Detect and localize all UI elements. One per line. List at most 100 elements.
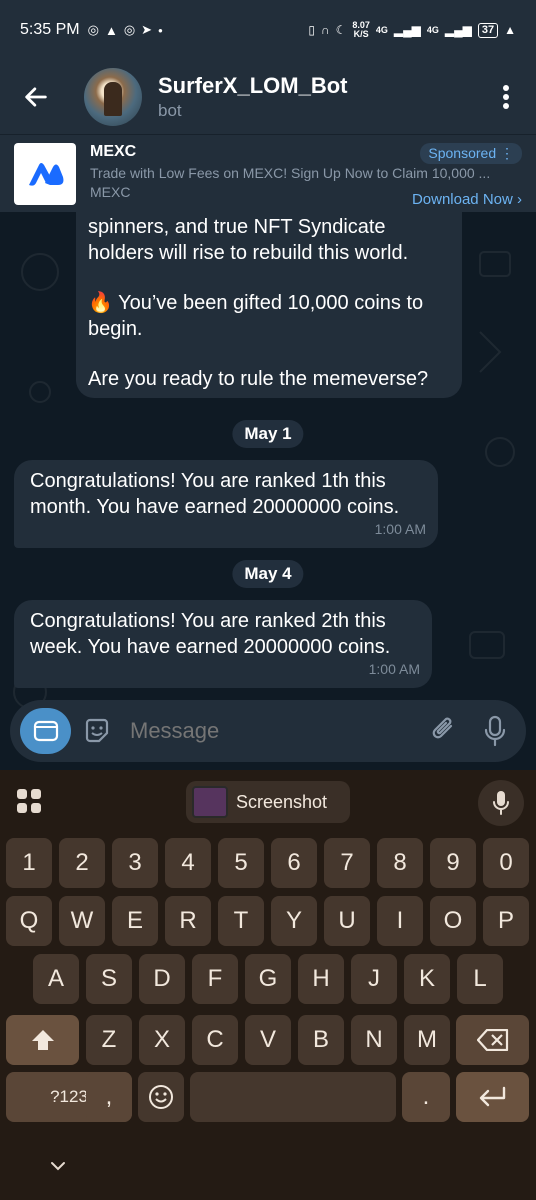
mic-icon (493, 791, 509, 815)
emoji-key[interactable] (138, 1072, 184, 1122)
key-m[interactable]: M (404, 1015, 450, 1065)
key-k[interactable]: K (404, 954, 450, 1004)
key-t[interactable]: T (218, 896, 264, 946)
voice-button[interactable] (469, 708, 520, 754)
key-b[interactable]: B (298, 1015, 344, 1065)
mexc-logo (14, 143, 76, 205)
key-0[interactable]: 0 (483, 838, 529, 888)
key-9[interactable]: 9 (430, 838, 476, 888)
key-s[interactable]: S (86, 954, 132, 1004)
comma-key[interactable]: , (86, 1072, 132, 1122)
key-r[interactable]: R (165, 896, 211, 946)
key-o[interactable]: O (430, 896, 476, 946)
chat-history[interactable]: spinners, and true NFT Syndicate holders… (0, 212, 536, 770)
message-line: week. You have earned 20000000 coins. (30, 636, 391, 658)
screenshot-suggestion-chip[interactable]: Screenshot (186, 781, 350, 823)
signal-icon: ▂▄▆ (393, 23, 421, 37)
message-bubble[interactable]: Congratulations! You are ranked 2th this… (14, 600, 432, 688)
key-g[interactable]: G (245, 954, 291, 1004)
key-7[interactable]: 7 (324, 838, 370, 888)
alert-icon: ▲ (504, 23, 516, 37)
key-4[interactable]: 4 (165, 838, 211, 888)
key-label: N (365, 1026, 383, 1053)
chevron-down-icon (51, 1162, 65, 1171)
key-h[interactable]: H (298, 954, 344, 1004)
attach-button[interactable] (418, 708, 469, 754)
key-1[interactable]: 1 (6, 838, 52, 888)
key-i[interactable]: I (377, 896, 423, 946)
message-line: Congratulations! You are ranked 2th this (30, 610, 386, 632)
sponsored-ad[interactable]: MEXC Trade with Low Fees on MEXC! Sign U… (0, 134, 536, 212)
key-label: D (153, 965, 171, 992)
download-now-link[interactable]: Download Now › (412, 191, 522, 208)
key-j[interactable]: J (351, 954, 397, 1004)
message-bubble[interactable]: Congratulations! You are ranked 1th this… (14, 460, 438, 548)
space-key[interactable] (190, 1072, 396, 1122)
key-label: O (443, 907, 463, 934)
key-8[interactable]: 8 (377, 838, 423, 888)
key-3[interactable]: 3 (112, 838, 158, 888)
keyboard-mic-button[interactable] (478, 780, 524, 826)
status-bar: 5:35 PM ◎ ▲ ◎ ➤ • ▯ ∩ ☾ 8.07 K/S 4G ▂▄▆ … (0, 0, 536, 60)
back-button[interactable] (0, 60, 72, 134)
key-label: K (418, 965, 435, 992)
message-composer (10, 700, 526, 762)
key-v[interactable]: V (245, 1015, 291, 1065)
signal-icon-2: ▂▄▆ (444, 23, 472, 37)
key-z[interactable]: Z (86, 1015, 132, 1065)
message-line: 🔥 You’ve been gifted 10,000 coins to (88, 292, 424, 314)
message-bubble[interactable]: spinners, and true NFT Syndicate holders… (76, 212, 462, 398)
key-c[interactable]: C (192, 1015, 238, 1065)
enter-key[interactable] (456, 1072, 529, 1122)
key-label: 8 (393, 849, 407, 876)
key-label: T (233, 907, 249, 934)
message-line: begin. (88, 318, 143, 340)
key-q[interactable]: Q (6, 896, 52, 946)
mic-icon (484, 715, 505, 747)
key-label: H (312, 965, 330, 992)
more-button[interactable] (476, 60, 536, 134)
whatsapp-icon-2: ◎ (123, 22, 136, 37)
key-label: Z (101, 1026, 117, 1053)
key-6[interactable]: 6 (271, 838, 317, 888)
key-label: P (497, 907, 514, 934)
key-a[interactable]: A (33, 954, 79, 1004)
date-separator: May 1 (232, 420, 304, 448)
key-w[interactable]: W (59, 896, 105, 946)
key-d[interactable]: D (139, 954, 185, 1004)
key-2[interactable]: 2 (59, 838, 105, 888)
attach-icon (432, 717, 452, 739)
keyboard-collapse-button[interactable] (44, 1152, 72, 1180)
key-f[interactable]: F (192, 954, 238, 1004)
period-key[interactable]: . (402, 1072, 450, 1122)
key-p[interactable]: P (483, 896, 529, 946)
key-label: 2 (75, 849, 89, 876)
key-n[interactable]: N (351, 1015, 397, 1065)
key-label: R (179, 907, 197, 934)
shift-key[interactable] (6, 1015, 79, 1065)
message-input[interactable] (130, 718, 418, 744)
backspace-key[interactable] (456, 1015, 529, 1065)
message-line (88, 342, 450, 366)
message-line: Are you ready to rule the memeverse? (88, 368, 429, 390)
key-x[interactable]: X (139, 1015, 185, 1065)
date-separator: May 4 (232, 560, 304, 588)
keyboard-toggle-button[interactable] (20, 708, 71, 754)
key-e[interactable]: E (112, 896, 158, 946)
comma-label: , (105, 1083, 113, 1110)
keyboard-toggle-icon (33, 720, 58, 742)
emoji-key-icon (149, 1085, 173, 1109)
key-l[interactable]: L (457, 954, 503, 1004)
keyboard: Screenshot 1 2 3 4 5 6 7 8 9 0 Q W E R T Y U I O P A S D F G H J K L… (0, 770, 536, 1200)
chat-title-block[interactable]: SurferX_LOM_Bot bot (158, 73, 347, 121)
key-5[interactable]: 5 (218, 838, 264, 888)
whatsapp-icon: ◎ (87, 22, 99, 37)
key-u[interactable]: U (324, 896, 370, 946)
avatar[interactable] (84, 68, 142, 126)
key-y[interactable]: Y (271, 896, 317, 946)
download-now-label: Download Now (411, 191, 513, 208)
sponsored-badge[interactable]: Sponsored ⋮ (420, 143, 522, 164)
keyboard-toolbar: Screenshot (0, 770, 536, 834)
emoji-sticker-button[interactable] (71, 708, 122, 754)
grid-button[interactable] (16, 788, 42, 819)
